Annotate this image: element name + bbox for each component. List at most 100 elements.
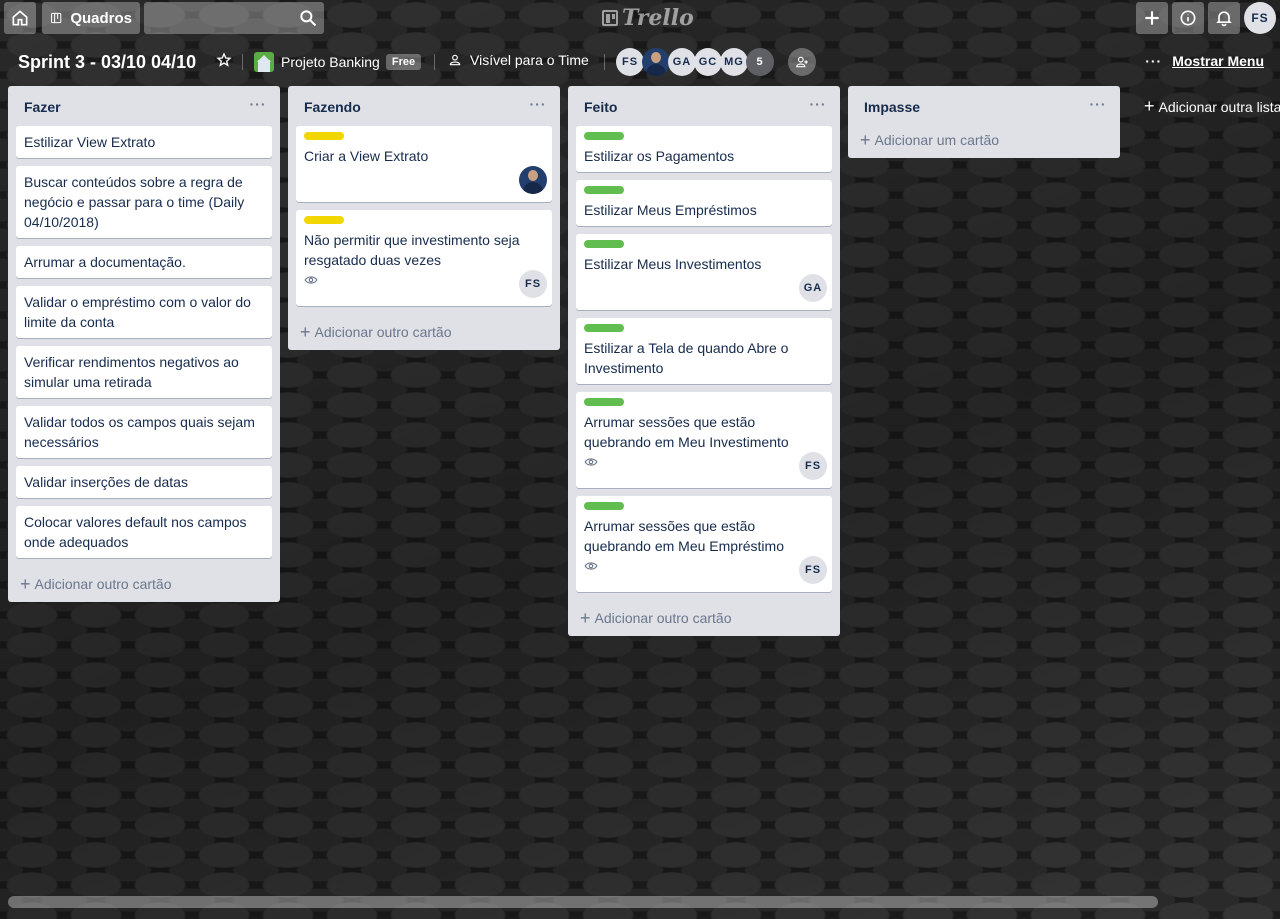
home-button[interactable] [4,2,36,34]
card-badges: GA [584,274,827,304]
add-card-button[interactable]: + Adicionar um cartão [856,122,1112,158]
list-impasse: Impasse ··· + Adicionar um cartão [848,86,1120,158]
card-title: Validar inserções de datas [24,474,188,490]
list-title[interactable]: Fazendo [304,99,361,115]
card[interactable]: Validar inserções de datas [16,466,272,498]
add-card-button[interactable]: + Adicionar outro cartão [576,600,832,636]
show-menu-button[interactable]: ··· Mostrar Menu [1145,53,1264,69]
info-button[interactable] [1172,2,1204,34]
list-title[interactable]: Fazer [24,99,61,115]
member-avatar-photo[interactable] [642,48,670,76]
team-button[interactable]: Projeto Banking Free [254,51,422,73]
team-logo-icon [254,52,274,72]
card-badges: FS [584,452,827,482]
card[interactable]: Arrumar a documentação. [16,246,272,278]
card-title: Arrumar sessões que estão quebrando em M… [584,518,784,554]
team-name: Projeto Banking [281,54,380,70]
trello-logo[interactable]: Trello [602,4,694,32]
list-fazer: Fazer ··· Estilizar View Extrato Buscar … [8,86,280,602]
card-title: Colocar valores default nos campos onde … [24,514,247,550]
search-box[interactable] [144,2,324,34]
card-label-green[interactable] [584,398,624,406]
list-header: Fazendo ··· [296,86,552,126]
card[interactable]: Arrumar sessões que estão quebrando em M… [576,392,832,488]
eye-icon [584,558,600,574]
visibility-button[interactable]: Visível para o Time [448,52,589,68]
card-label-green[interactable] [584,186,624,194]
card-title: Arrumar a documentação. [24,254,186,270]
list-menu-icon[interactable]: ··· [248,96,268,112]
list-menu-icon[interactable]: ··· [528,96,548,112]
list-title[interactable]: Feito [584,99,617,115]
card-label-green[interactable] [584,502,624,510]
card-member-avatar[interactable]: FS [519,270,547,298]
add-card-label: Adicionar outro cartão [34,576,172,592]
card[interactable]: Validar todos os campos quais sejam nece… [16,406,272,458]
add-card-label: Adicionar outro cartão [314,324,452,340]
card[interactable]: Colocar valores default nos campos onde … [16,506,272,558]
search-icon[interactable] [298,8,318,28]
card-title: Estilizar os Pagamentos [584,148,735,164]
team-visibility-icon [449,54,461,66]
card[interactable]: Estilizar View Extrato [16,126,272,158]
card-title: Verificar rendimentos negativos ao simul… [24,354,239,390]
card[interactable]: Verificar rendimentos negativos ao simul… [16,346,272,398]
card[interactable]: Não permitir que investimento seja resga… [296,210,552,306]
member-avatar[interactable]: GA [668,48,696,76]
add-card-button[interactable]: + Adicionar outro cartão [296,314,552,350]
more-members-count[interactable]: 5 [746,48,774,76]
bell-icon [1216,11,1232,27]
list-menu-icon[interactable]: ··· [808,96,828,112]
notifications-button[interactable] [1208,2,1240,34]
member-avatar[interactable]: MG [720,48,748,76]
card-label-yellow[interactable] [304,216,344,224]
card[interactable]: Estilizar Meus Empréstimos [576,180,832,226]
card[interactable]: Arrumar sessões que estão quebrando em M… [576,496,832,592]
member-avatar[interactable]: FS [616,48,644,76]
card-title: Estilizar View Extrato [24,134,156,150]
card-badges: FS [304,270,547,300]
card-title: Validar o empréstimo com o valor do limi… [24,294,251,330]
more-icon: ··· [1145,53,1163,69]
list-menu-icon[interactable]: ··· [1088,96,1108,112]
card-label-yellow[interactable] [304,132,344,140]
list-title[interactable]: Impasse [864,99,920,115]
list-fazendo: Fazendo ··· Criar a View Extrato Não per… [288,86,560,350]
user-avatar[interactable]: FS [1244,2,1276,34]
card[interactable]: Buscar conteúdos sobre a regra de negóci… [16,166,272,238]
card[interactable]: Criar a View Extrato [296,126,552,202]
card[interactable]: Estilizar os Pagamentos [576,126,832,172]
info-icon [1180,10,1196,26]
visibility-label: Visível para o Time [470,52,589,68]
search-input[interactable] [144,2,292,34]
card-member-avatar[interactable]: GA [799,274,827,302]
add-list-button[interactable]: + Adicionar outra lista [1144,96,1280,117]
board-title[interactable]: Sprint 3 - 03/10 04/10 [18,52,196,73]
member-avatar[interactable]: GC [694,48,722,76]
trello-logo-icon [602,10,618,26]
card-member-avatar[interactable]: FS [799,556,827,584]
card-member-avatar[interactable]: FS [799,452,827,480]
card-label-green[interactable] [584,240,624,248]
card[interactable]: Validar o empréstimo com o valor do limi… [16,286,272,338]
eye-icon [304,272,320,288]
card-title: Buscar conteúdos sobre a regra de negóci… [24,174,245,230]
add-person-icon [796,56,808,68]
card-label-green[interactable] [584,132,624,140]
divider [604,54,605,70]
boards-button[interactable]: Quadros [42,2,140,34]
horizontal-scrollbar[interactable] [8,896,1158,908]
add-card-button[interactable]: + Adicionar outro cartão [16,566,272,602]
card-label-green[interactable] [584,324,624,332]
card-member-avatar-photo[interactable] [519,166,547,194]
card[interactable]: Estilizar Meus Investimentos GA [576,234,832,310]
create-button[interactable] [1136,2,1168,34]
add-card-label: Adicionar outro cartão [594,610,732,626]
divider [242,54,243,70]
plus-icon: + [580,608,591,628]
card[interactable]: Estilizar a Tela de quando Abre o Invest… [576,318,832,384]
invite-member-button[interactable] [788,48,816,76]
star-icon[interactable] [216,52,234,70]
eye-icon [584,454,600,470]
list-header: Impasse ··· [856,86,1112,126]
